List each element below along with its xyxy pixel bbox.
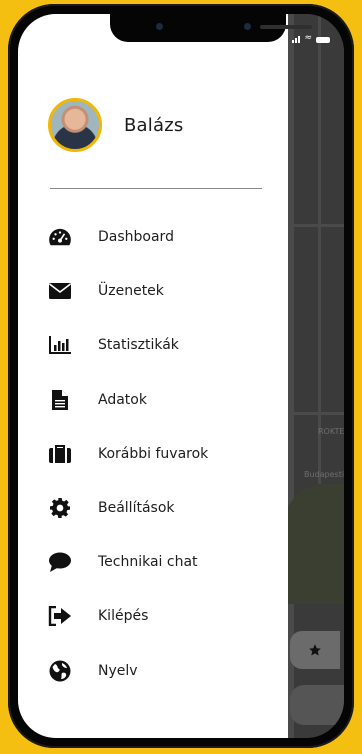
screen: ROKTE Budapesti T Balázs (18, 14, 344, 738)
drawer-menu: Dashboard Üzenetek Statisztikák Adatok K… (48, 210, 278, 698)
user-profile[interactable]: Balázs (48, 98, 183, 152)
menu-item-label: Üzenetek (98, 283, 164, 300)
menu-item-technical-chat[interactable]: Technikai chat (48, 535, 278, 589)
menu-item-label: Adatok (98, 391, 147, 408)
phone-frame: ROKTE Budapesti T Balázs (8, 4, 354, 748)
suitcase-icon (48, 442, 72, 466)
star-icon (309, 644, 321, 656)
menu-item-label: Dashboard (98, 229, 174, 246)
menu-item-logout[interactable]: Kilépés (48, 589, 278, 643)
menu-item-settings[interactable]: Beállítások (48, 481, 278, 535)
menu-item-label: Statisztikák (98, 337, 179, 354)
envelope-icon (48, 279, 72, 303)
dashboard-gauge-icon (48, 225, 72, 249)
wifi-icon: ≈ (304, 33, 312, 43)
divider (50, 188, 262, 189)
status-bar-right: ≈ (292, 34, 330, 43)
chat-bubble-icon (48, 550, 72, 574)
menu-item-data[interactable]: Adatok (48, 373, 278, 427)
globe-icon (48, 659, 72, 683)
menu-item-label: Technikai chat (98, 554, 198, 571)
user-name: Balázs (124, 114, 184, 136)
camera-icon (156, 23, 163, 30)
battery-icon (316, 37, 330, 43)
sign-out-icon (48, 604, 72, 628)
menu-item-label: Korábbi fuvarok (98, 445, 209, 462)
avatar (48, 98, 102, 152)
signal-icon (292, 36, 301, 43)
map-label: ROKTE (318, 427, 344, 436)
menu-item-label: Beállítások (98, 500, 175, 517)
menu-item-previous-deliveries[interactable]: Korábbi fuvarok (48, 427, 278, 481)
map-label: Budapesti T (304, 470, 344, 479)
menu-item-label: Kilépés (98, 608, 149, 625)
menu-item-label: Nyelv (98, 662, 138, 679)
menu-item-messages[interactable]: Üzenetek (48, 264, 278, 318)
speaker-grille (260, 25, 312, 29)
favorite-button[interactable] (290, 631, 340, 669)
menu-item-language[interactable]: Nyelv (48, 644, 278, 698)
side-drawer: Balázs Dashboard Üzenetek Statisztikák A… (18, 14, 288, 738)
gear-icon (48, 496, 72, 520)
menu-item-dashboard[interactable]: Dashboard (48, 210, 278, 264)
bar-chart-icon (48, 333, 72, 357)
sensor-icon (244, 23, 251, 30)
menu-item-statistics[interactable]: Statisztikák (48, 318, 278, 372)
map-action-button[interactable] (290, 685, 344, 725)
document-icon (48, 388, 72, 412)
phone-notch (110, 14, 312, 42)
